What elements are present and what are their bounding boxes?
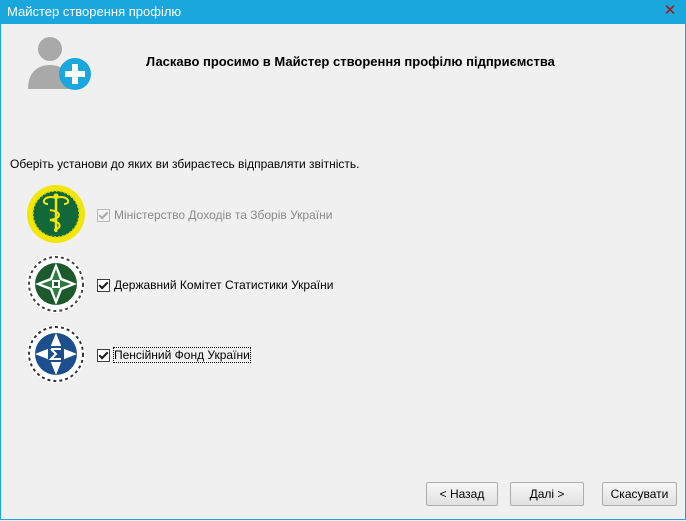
select-institutions-prompt: Оберіть установи до яких ви збираєтесь в…: [10, 157, 360, 171]
tax-ministry-checkbox: [97, 208, 110, 222]
statistics-checkbox[interactable]: [97, 278, 110, 292]
window-title: Майстер створення профілю: [7, 4, 182, 19]
org-option-statistics[interactable]: Державний Комітет Статистики України: [97, 278, 333, 292]
title-bar: Майстер створення профілю ✕: [0, 0, 686, 24]
statistics-committee-emblem-icon: [27, 255, 85, 313]
statistics-label[interactable]: Державний Комітет Статистики України: [114, 278, 333, 292]
window-frame: [0, 24, 686, 520]
pension-fund-label[interactable]: Пенсійний Фонд України: [113, 347, 251, 363]
org-option-pension-fund[interactable]: Пенсійний Фонд України: [97, 347, 251, 363]
pension-fund-checkbox[interactable]: [97, 348, 110, 362]
user-add-icon: [28, 37, 91, 90]
back-button[interactable]: < Назад: [426, 482, 498, 506]
cancel-button[interactable]: Скасувати: [602, 482, 677, 506]
welcome-heading: Ласкаво просимо в Майстер створення проф…: [146, 54, 555, 69]
tax-ministry-emblem-icon: [27, 185, 85, 243]
pension-fund-emblem-icon: [27, 325, 85, 383]
tax-ministry-label: Міністерство Доходів та Зборів України: [114, 208, 333, 222]
close-icon[interactable]: ✕: [662, 3, 678, 19]
next-button[interactable]: Далі >: [510, 482, 584, 506]
org-option-tax-ministry: Міністерство Доходів та Зборів України: [97, 208, 332, 222]
